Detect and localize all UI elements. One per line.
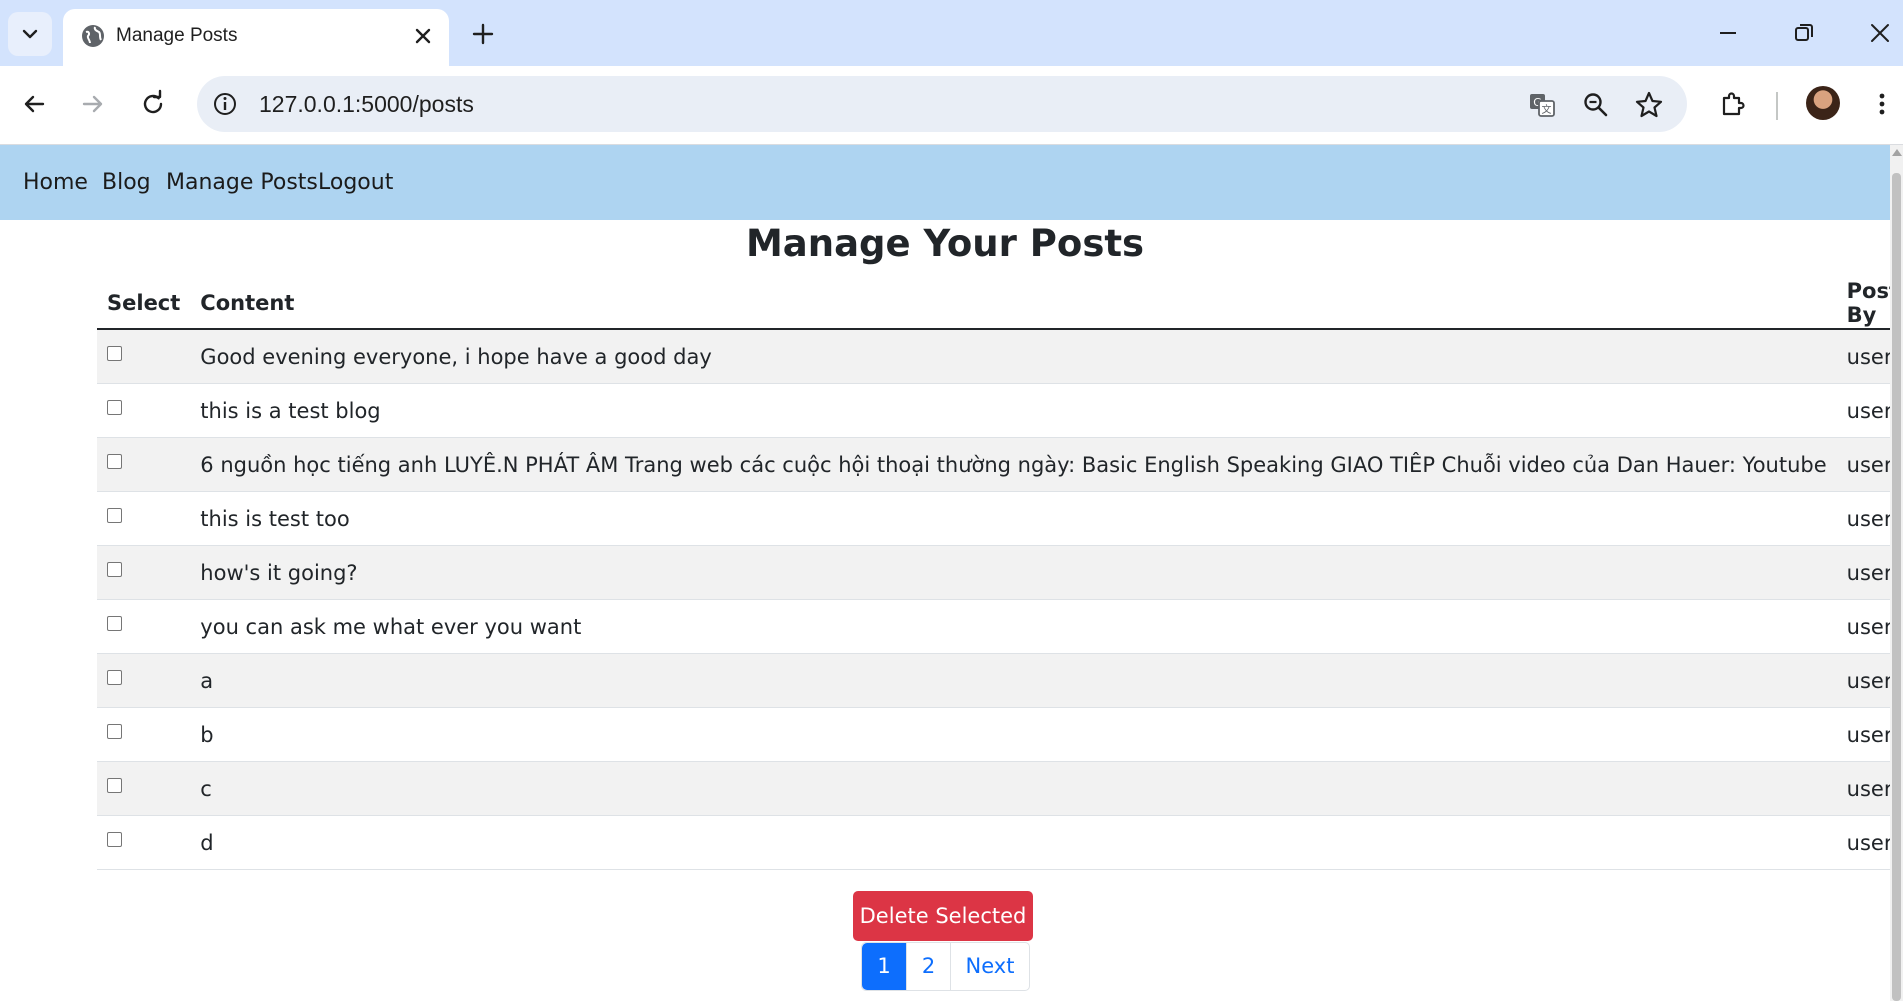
table-row: this is a test blog user1 (97, 383, 1903, 438)
table-row: this is test too user1 (97, 491, 1903, 546)
scrollbar-thumb[interactable] (1892, 173, 1901, 1001)
kebab-menu-icon[interactable] (1867, 89, 1897, 119)
table-row: c user1 (97, 761, 1903, 816)
table-row: b user1 (97, 707, 1903, 762)
row-checkbox[interactable] (107, 400, 122, 415)
row-select-cell (97, 653, 191, 708)
nav-link-blog[interactable]: Blog (102, 169, 151, 197)
page-viewport: Home Blog Manage Posts Logout Manage You… (0, 145, 1903, 1001)
row-select-cell (97, 329, 191, 384)
row-select-cell (97, 707, 191, 762)
close-tab-icon[interactable] (411, 24, 435, 48)
bookmark-star-icon[interactable] (1634, 90, 1664, 120)
post-content-cell: 6 nguồn học tiếng anh LUYÊ.N PHÁT ÂM Tra… (190, 437, 1837, 492)
site-navbar: Home Blog Manage Posts Logout (0, 145, 1890, 220)
post-content-cell: b (190, 707, 1837, 762)
post-content-cell: Good evening everyone, i hope have a goo… (190, 329, 1837, 384)
post-content-cell: you can ask me what ever you want (190, 599, 1837, 654)
nav-link-manage-posts[interactable]: Manage Posts (166, 169, 318, 197)
tab-search-button[interactable] (8, 12, 52, 56)
translate-icon[interactable]: G文 (1527, 90, 1557, 120)
svg-text:文: 文 (1542, 103, 1552, 116)
restore-icon[interactable] (1791, 20, 1817, 46)
row-select-cell (97, 815, 191, 870)
column-header-content: Content (190, 278, 1837, 330)
browser-toolbar: 127.0.0.1:5000/posts G文 (0, 66, 1903, 145)
post-content-cell: c (190, 761, 1837, 816)
scroll-up-arrow-icon[interactable] (1892, 149, 1902, 156)
table-header-row: Select Content Posted By (97, 278, 1903, 330)
row-checkbox[interactable] (107, 778, 122, 793)
forward-arrow-icon[interactable] (78, 89, 108, 119)
pagination: 1 2 Next (861, 942, 1030, 991)
close-window-icon[interactable] (1867, 20, 1893, 46)
toolbar-divider (1776, 92, 1778, 120)
back-arrow-icon[interactable] (19, 89, 49, 119)
row-checkbox[interactable] (107, 724, 122, 739)
row-select-cell (97, 545, 191, 600)
row-select-cell (97, 599, 191, 654)
reload-icon[interactable] (138, 89, 168, 119)
table-row: d user1 (97, 815, 1903, 870)
minimize-icon[interactable] (1715, 20, 1741, 46)
delete-selected-button[interactable]: Delete Selected (853, 891, 1033, 941)
active-tab[interactable]: Manage Posts (63, 9, 449, 66)
nav-link-home[interactable]: Home (23, 169, 88, 197)
browser-tab-strip: Manage Posts (0, 0, 1903, 66)
address-bar[interactable]: 127.0.0.1:5000/posts G文 (197, 76, 1687, 132)
row-checkbox[interactable] (107, 454, 122, 469)
row-checkbox[interactable] (107, 832, 122, 847)
vertical-scrollbar[interactable] (1890, 145, 1903, 1001)
page-link-2[interactable]: 2 (907, 943, 951, 990)
new-tab-icon[interactable] (470, 21, 496, 47)
next-page-link[interactable]: Next (951, 943, 1029, 990)
table-row: a user1 (97, 653, 1903, 708)
nav-link-logout[interactable]: Logout (318, 169, 393, 197)
url-text: 127.0.0.1:5000/posts (259, 91, 474, 117)
chevron-down-icon (22, 29, 38, 39)
row-checkbox[interactable] (107, 670, 122, 685)
post-content-cell: how's it going? (190, 545, 1837, 600)
row-checkbox[interactable] (107, 616, 122, 631)
page-title: Manage Your Posts (745, 222, 1145, 265)
posts-table-body: Good evening everyone, i hope have a goo… (97, 329, 1903, 870)
row-checkbox[interactable] (107, 562, 122, 577)
post-content-cell: this is test too (190, 491, 1837, 546)
row-checkbox[interactable] (107, 346, 122, 361)
column-header-select: Select (97, 278, 191, 330)
row-select-cell (97, 761, 191, 816)
row-checkbox[interactable] (107, 508, 122, 523)
profile-avatar[interactable] (1806, 86, 1840, 120)
table-row: Good evening everyone, i hope have a goo… (97, 329, 1903, 384)
post-content-cell: this is a test blog (190, 383, 1837, 438)
globe-icon (82, 25, 104, 47)
table-row: 6 nguồn học tiếng anh LUYÊ.N PHÁT ÂM Tra… (97, 437, 1903, 492)
row-select-cell (97, 383, 191, 438)
row-select-cell (97, 437, 191, 492)
tab-title: Manage Posts (116, 25, 238, 46)
page-link-1[interactable]: 1 (862, 943, 907, 990)
row-select-cell (97, 491, 191, 546)
posts-table: Select Content Posted By Good evening ev… (97, 278, 1903, 870)
table-row: you can ask me what ever you want user1 (97, 599, 1903, 654)
extensions-puzzle-icon[interactable] (1718, 89, 1748, 119)
table-row: how's it going? user1 (97, 545, 1903, 600)
post-content-cell: a (190, 653, 1837, 708)
post-content-cell: d (190, 815, 1837, 870)
zoom-icon[interactable] (1581, 90, 1611, 120)
site-info-icon[interactable] (211, 90, 239, 118)
